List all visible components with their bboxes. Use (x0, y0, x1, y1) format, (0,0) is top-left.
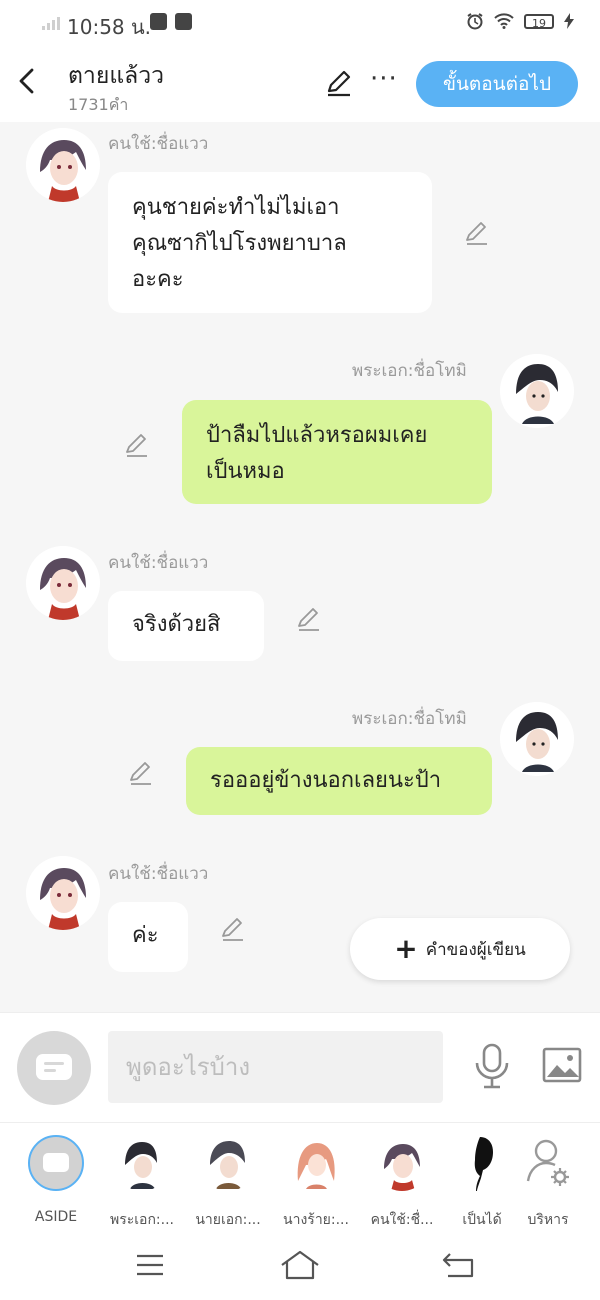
character-label: นางร้าย:... (283, 1212, 349, 1228)
message-bubble[interactable]: รอออยู่ข้างนอกเลยนะป้า (186, 747, 492, 815)
plus-icon: + (394, 932, 418, 965)
message-line: คุนชายค่ะทำไม่ไม่เอา (132, 195, 340, 220)
speaker-name: คนใช้:ชื่อแวว (108, 134, 209, 154)
author-note-button[interactable]: + คำของผู้เขียน (350, 918, 570, 980)
character-aside[interactable]: ASIDE (16, 1135, 96, 1225)
maid-avatar (374, 1135, 430, 1191)
message-line: อะคะ (132, 267, 184, 292)
word-count: 1731คำ (68, 95, 129, 114)
second-lead-avatar (200, 1135, 256, 1191)
message-line: ค่ะ (132, 923, 159, 948)
speaker-name: พระเอก:ชื่อโทมิ (352, 709, 467, 729)
message-line: ป้าลืมไปแล้วหรอผมเคย (206, 423, 428, 448)
manage-user-icon (520, 1135, 576, 1191)
edit-message-icon[interactable] (464, 220, 490, 246)
character-label: คนใช้:ชื่... (370, 1212, 434, 1228)
maid-avatar[interactable] (26, 856, 100, 930)
message-bubble[interactable]: ป้าลืมไปแล้วหรอผมเคย เป็นหมอ (182, 400, 492, 504)
maid-avatar[interactable] (26, 128, 100, 202)
chat-bubble-icon (36, 1054, 72, 1080)
speaker-name: คนใช้:ชื่อแวว (108, 553, 209, 573)
message-bubble[interactable]: คุนชายค่ะทำไม่ไม่เอา คุณซากิไปโรงพยาบาล … (108, 172, 432, 313)
message-icon (150, 13, 167, 30)
character-label: ASIDE (34, 1209, 78, 1225)
maid-avatar[interactable] (26, 546, 100, 620)
hero-avatar (114, 1135, 170, 1191)
edit-message-icon[interactable] (128, 760, 154, 786)
header: ตายแล้วว 1731คำ ··· ขั้นตอนต่อไป (0, 46, 600, 122)
character-label: นายเอก:... (195, 1212, 261, 1228)
villainess-avatar (288, 1135, 344, 1191)
chat-area[interactable]: คนใช้:ชื่อแวว คุนชายค่ะทำไม่ไม่เอา คุณซา… (0, 122, 600, 1012)
alarm-icon (467, 13, 483, 30)
status-bar: 10:58 น. 19 (0, 0, 600, 46)
character-second-lead[interactable]: นายเอก:... (188, 1135, 268, 1231)
home-icon[interactable] (280, 1250, 320, 1280)
silhouette-avatar (454, 1135, 510, 1191)
message-bubble[interactable]: จริงด้วยสิ (108, 591, 264, 661)
chat-mode-button[interactable] (17, 1031, 91, 1105)
microphone-icon[interactable] (474, 1043, 510, 1089)
story-title: ตายแล้วว (68, 63, 165, 89)
manage-characters-button[interactable]: บริหาร (508, 1135, 588, 1231)
menu-icon[interactable] (136, 1254, 164, 1276)
character-hero[interactable]: พระเอก:... (102, 1135, 182, 1231)
character-bar: ASIDE พระเอก:... นายเอก:... นางร้าย:... … (0, 1122, 600, 1233)
character-villainess[interactable]: นางร้าย:... (276, 1135, 356, 1231)
message-line: จริงด้วยสิ (132, 612, 221, 637)
image-icon[interactable] (542, 1047, 582, 1083)
message-bubble[interactable]: ค่ะ (108, 902, 188, 972)
message-line: เป็นหมอ (206, 459, 285, 484)
system-nav-bar (0, 1232, 600, 1300)
message-line: คุณซากิไปโรงพยาบาล (132, 231, 347, 256)
character-label: บริหาร (527, 1212, 569, 1228)
nav-back-icon[interactable] (442, 1252, 474, 1278)
edit-title-icon[interactable] (324, 68, 354, 98)
aside-icon (28, 1135, 84, 1191)
speaker-name: คนใช้:ชื่อแวว (108, 864, 209, 884)
edit-message-icon[interactable] (296, 606, 322, 632)
wifi-icon (494, 13, 514, 29)
character-label: พระเอก:... (109, 1212, 174, 1228)
author-note-label: คำของผู้เขียน (425, 939, 526, 960)
message-input[interactable] (108, 1031, 443, 1103)
back-arrow-icon[interactable] (14, 66, 40, 96)
hero-avatar[interactable] (500, 702, 574, 776)
more-options-button[interactable]: ··· (370, 64, 398, 94)
speaker-name: พระเอก:ชื่อโทมิ (352, 361, 467, 381)
battery-icon: 19 (524, 13, 554, 30)
message-line: รอออยู่ข้างนอกเลยนะป้า (210, 768, 442, 793)
hero-avatar[interactable] (500, 354, 574, 428)
charging-icon (564, 13, 574, 29)
status-time: 10:58 น. (67, 15, 152, 39)
mail-icon (175, 13, 192, 30)
input-bar (0, 1012, 600, 1123)
character-maid[interactable]: คนใช้:ชื่... (362, 1135, 442, 1231)
signal-icon (42, 16, 64, 30)
edit-message-icon[interactable] (220, 916, 246, 942)
edit-message-icon[interactable] (124, 432, 150, 458)
next-step-button[interactable]: ขั้นตอนต่อไป (416, 61, 578, 107)
